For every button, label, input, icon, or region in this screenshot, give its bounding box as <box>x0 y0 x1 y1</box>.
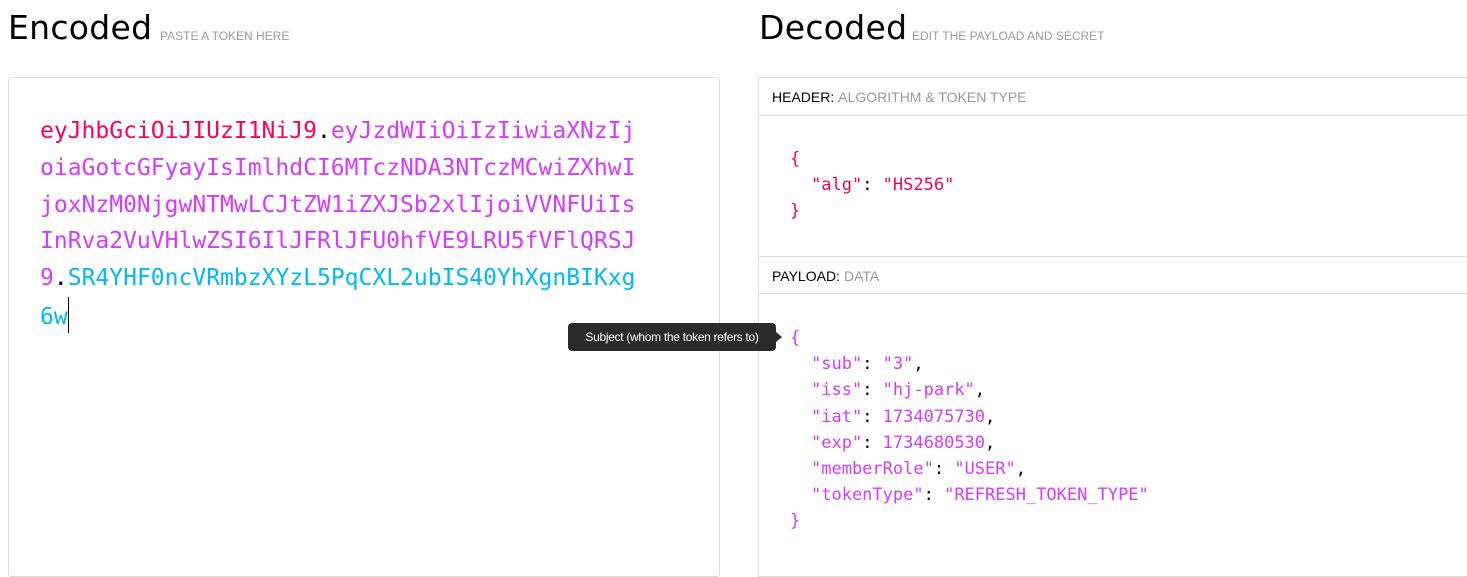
decoded-panel: HEADER: ALGORITHM & TOKEN TYPE { "alg": "H… <box>758 77 1467 577</box>
json-value: "USER" <box>954 459 1016 480</box>
json-key: "tokenType" <box>811 485 924 506</box>
token-dot: . <box>316 118 331 144</box>
header-json-editor[interactable]: { "alg": "HS256"} <box>790 146 954 225</box>
json-field[interactable]: "iss": "hj-park", <box>790 377 1149 403</box>
payload-json-editor[interactable]: { "sub": "3", "iss": "hj-park", "iat": 1734… <box>790 325 1149 535</box>
json-field[interactable]: "alg": "HS256" <box>790 172 954 198</box>
json-close-brace: } <box>790 201 801 222</box>
text-caret <box>67 296 69 333</box>
json-value: 1734680530 <box>882 432 986 453</box>
payload-desc: DATA <box>843 268 880 284</box>
json-key: "memberRole" <box>811 459 934 480</box>
json-value: "HS256" <box>882 175 955 196</box>
json-key: "sub" <box>811 354 863 375</box>
decoded-title: Decoded <box>759 8 908 47</box>
json-field[interactable]: "iat": 1734075730, <box>790 404 1149 430</box>
encoded-title: Encoded <box>8 8 153 47</box>
decoded-subtitle: EDIT THE PAYLOAD AND SECRET <box>912 29 1105 43</box>
json-value: "3" <box>882 354 914 375</box>
json-field[interactable]: "sub": "3", <box>790 351 1149 377</box>
json-value: 1734075730 <box>882 406 986 427</box>
json-open-brace: { <box>790 328 801 348</box>
header-desc: ALGORITHM & TOKEN TYPE <box>838 89 1027 105</box>
payload-label: PAYLOAD: <box>772 268 840 284</box>
json-close-brace: } <box>790 511 801 532</box>
json-field[interactable]: "tokenType": "REFRESH_TOKEN_TYPE" <box>790 482 1149 508</box>
json-key: "exp" <box>811 432 863 453</box>
token-dot: . <box>53 265 68 292</box>
json-value: "hj-park" <box>882 380 975 401</box>
json-field[interactable]: "memberRole": "USER", <box>790 456 1149 482</box>
json-field[interactable]: "exp": 1734680530, <box>790 430 1149 456</box>
json-open-brace: { <box>790 149 801 169</box>
json-key: "iss" <box>811 380 863 401</box>
json-value: "REFRESH_TOKEN_TYPE" <box>944 485 1149 506</box>
token-header-part[interactable]: eyJhbGciOiJIUzI1NiJ9 <box>40 118 317 144</box>
json-key: "alg" <box>811 175 863 196</box>
json-key: "iat" <box>811 406 863 427</box>
header-section-title: HEADER: ALGORITHM & TOKEN TYPE <box>759 78 1467 116</box>
payload-section-title: PAYLOAD: DATA <box>759 256 1467 294</box>
token-signature-part[interactable]: SR4YHF0ncVRmbzXYzL5PqCXL2ubIS40YhXgnBIKx… <box>40 265 635 330</box>
token-text[interactable]: eyJhbGciOiJIUzI1NiJ9.eyJzdWIiOiIzIiwiaXN… <box>40 113 640 336</box>
encoded-subtitle: PASTE A TOKEN HERE <box>160 29 290 43</box>
header-label: HEADER: <box>772 89 835 105</box>
claim-tooltip: Subject (whom the token refers to) <box>568 323 782 351</box>
